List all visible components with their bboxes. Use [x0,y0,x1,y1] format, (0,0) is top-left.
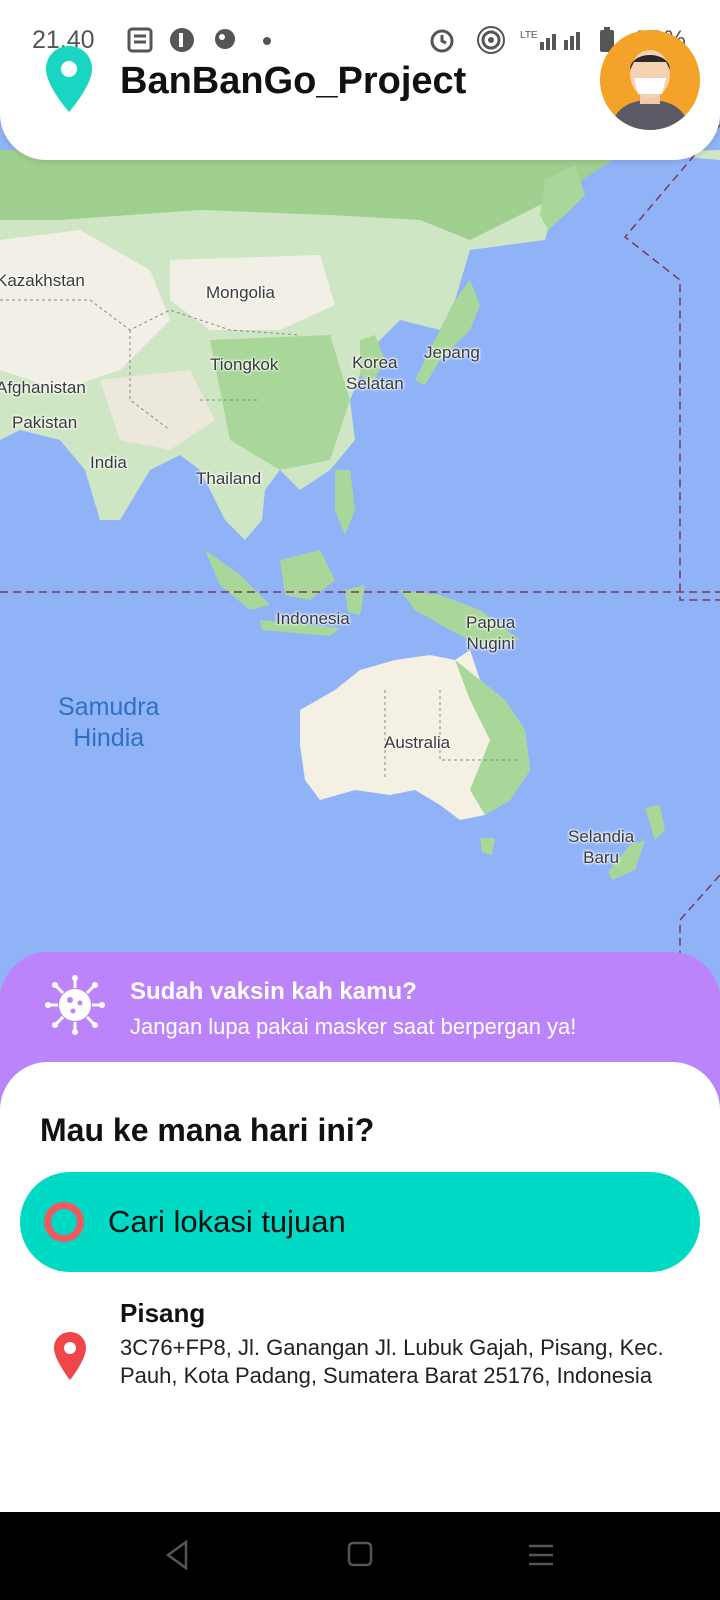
banner-subtitle: Jangan lupa pakai masker saat berpergan … [130,1014,577,1039]
sheet-title: Mau ke mana hari ini? [40,1112,375,1148]
map-label-korea: Korea Selatan [346,352,404,394]
search-destination-button[interactable]: Cari lokasi tujuan [20,1172,700,1272]
map-label-jepang: Jepang [424,343,480,362]
recent-location-item[interactable]: Pisang 3C76+FP8, Jl. Ganangan Jl. Lubuk … [0,1290,720,1430]
app-title: BanBanGo_Project [120,60,467,102]
dot-icon [263,37,271,45]
map-label-india: India [90,453,127,472]
map-label-ocean: Samudra Hindia [58,692,159,754]
map-label-papua-text: Papua Nugini [466,613,516,653]
map-label-indonesia: Indonesia [276,609,350,628]
map-label-papua: Papua Nugini [466,612,515,654]
user-avatar-icon[interactable] [600,30,700,130]
search-destination-label: Cari lokasi tujuan [108,1204,346,1239]
map-label-afghanistan: Afghanistan [0,378,86,397]
globe-icon [215,29,235,49]
system-nav-bar [0,1512,720,1600]
map-label-selandia-text: Selandia Baru [568,827,635,867]
map-pin-icon [54,1332,86,1380]
alarm-icon [430,29,454,53]
menu-icon[interactable] [526,1538,556,1572]
hotspot-icon [477,26,505,54]
origin-ring-icon [44,1202,84,1242]
map-label-thailand: Thailand [196,469,262,488]
map-label-selandia: Selandia Baru [568,826,634,868]
signal-icon: LTE [520,30,580,50]
news-icon [127,27,153,53]
recent-location-name: Pisang [120,1298,206,1328]
banner-title: Sudah vaksin kah kamu? [130,978,417,1005]
recent-location-address: 3C76+FP8, Jl. Ganangan Jl. Lubuk Gajah, … [120,1335,664,1388]
map-label-pakistan: Pakistan [12,413,78,432]
app-header: 21.40 LTE 50% BanBanGo_Project [0,0,720,160]
map-label-australia: Australia [384,733,451,752]
network-type-text: LTE [520,30,538,41]
map-label-kazakhstan: Kazakhstan [0,271,85,290]
map-label-tiongkok: Tiongkok [210,355,279,374]
map-label-korea-text: Korea Selatan [346,353,404,393]
avatar-illustration [600,30,700,130]
location-pin-icon [46,46,92,112]
app-notification-icon [170,28,194,52]
map-label-mongolia: Mongolia [206,283,275,302]
back-icon[interactable] [162,1538,192,1572]
home-icon[interactable] [346,1538,374,1572]
virus-icon [45,975,105,1035]
map-label-ocean-text: Samudra Hindia [58,693,160,752]
